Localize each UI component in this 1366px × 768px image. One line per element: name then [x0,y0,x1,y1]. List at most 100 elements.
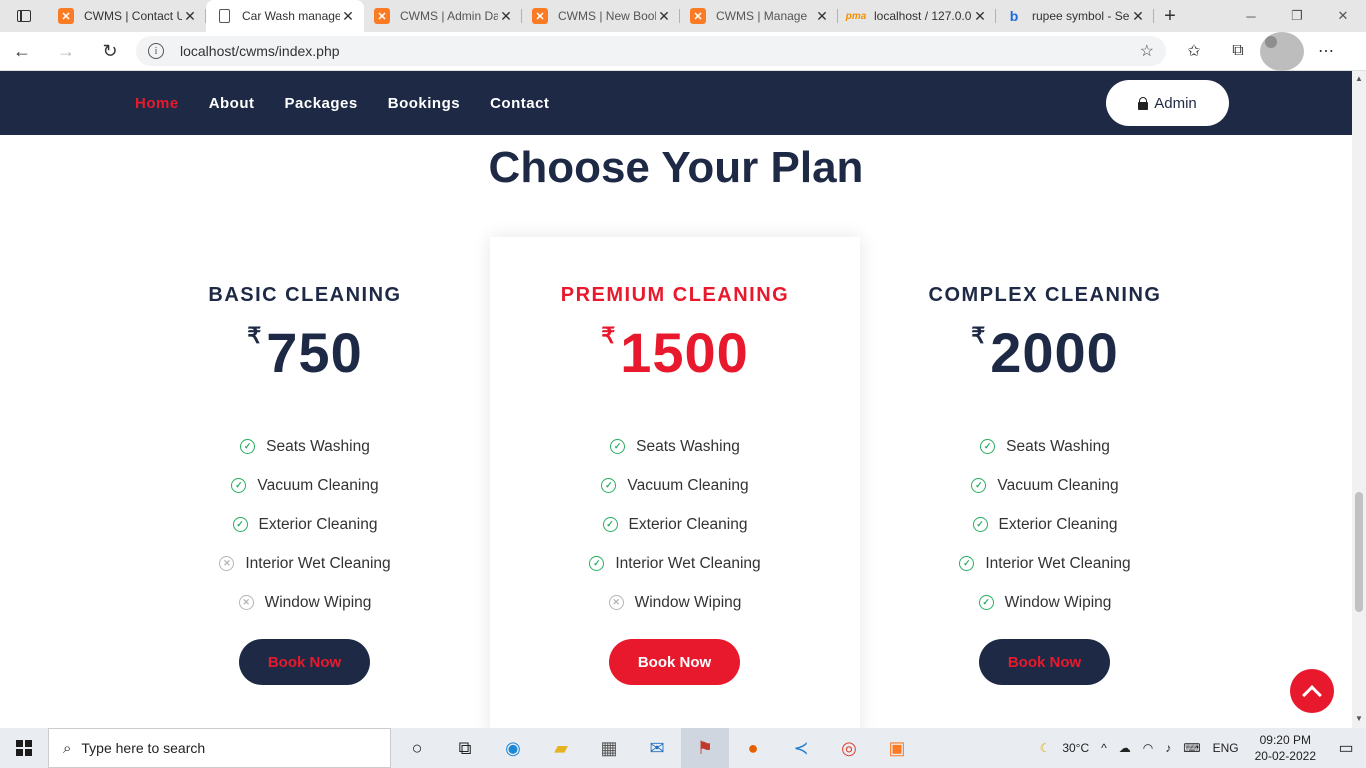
keyboard-icon[interactable]: ⌨ [1177,741,1206,755]
minimize-icon[interactable]: ─ [1228,0,1274,32]
weather-icon[interactable]: ☾ [1034,741,1057,755]
clock[interactable]: 09:20 PM 20-02-2022 [1245,732,1326,764]
browser-tab[interactable]: ✕ CWMS | Admin Dashboard ✕ [364,0,522,32]
cross-icon: ✕ [238,595,254,610]
book-now-button[interactable]: Book Now [979,639,1110,685]
check-icon: ✓ [240,439,256,454]
close-tab-icon[interactable]: ✕ [972,8,988,25]
xampp-icon[interactable]: ▣ [873,728,921,768]
profile-button[interactable] [1260,31,1304,71]
onedrive-icon[interactable]: ☁ [1113,741,1137,755]
nav-links: Home About Packages Bookings Contact [135,71,549,135]
notifications-icon[interactable]: ▭ [1326,738,1366,758]
feature-label: Seats Washing [1006,437,1110,455]
cross-icon: ✕ [608,595,624,610]
forward-arrow-icon[interactable]: → [44,32,88,71]
task-view-icon[interactable]: ⧉ [441,728,489,768]
tab-title: CWMS | Contact Us [84,9,182,23]
browser-tab[interactable]: pma localhost / 127.0.0.1 ✕ [838,0,996,32]
cortana-icon[interactable]: ○ [393,728,441,768]
chrome-icon[interactable]: ◎ [825,728,873,768]
section-title: Choose Your Plan [488,143,864,192]
back-to-top-button[interactable] [1290,669,1334,713]
feature-item: ✓ Exterior Cleaning [490,505,860,544]
show-hidden-icons[interactable]: ^ [1095,741,1113,755]
taskbar-search[interactable]: ⌕ Type here to search [48,728,391,768]
add-favorite-icon[interactable]: ☆ [1140,41,1154,61]
plan-price: ₹750 [120,325,490,381]
volume-icon[interactable]: ♪ [1159,741,1177,755]
feature-label: Window Wiping [634,593,742,611]
browser-tab-active[interactable]: Car Wash management ✕ [206,0,364,32]
browser-tab[interactable]: ✕ CWMS | Contact Us ✕ [48,0,206,32]
nav-link-home[interactable]: Home [135,95,179,112]
mail-icon[interactable]: ✉ [633,728,681,768]
plan-name: PREMIUM CLEANING [560,284,790,306]
search-icon: ⌕ [63,739,72,757]
refresh-icon[interactable]: ↻ [88,32,132,71]
scroll-down-icon[interactable]: ▼ [1355,714,1363,723]
browser-toolbar: ← → ↻ i localhost/cwms/index.php ☆ ✩ ⧉ ⋯ [0,31,1366,71]
close-tab-icon[interactable]: ✕ [182,8,198,25]
back-arrow-icon[interactable]: ← [0,32,44,71]
vscode-icon[interactable]: ≺ [777,728,825,768]
site-info-icon[interactable]: i [148,43,164,59]
close-tab-icon[interactable]: ✕ [340,8,356,25]
network-icon[interactable]: ◠ [1137,741,1159,755]
check-icon: ✓ [959,556,975,571]
chevron-up-icon [1302,684,1322,705]
close-window-icon[interactable]: ✕ [1320,0,1366,32]
collections-icon[interactable]: ⧉ [1216,32,1260,71]
weather-temp[interactable]: 30°C [1056,741,1095,755]
close-tab-icon[interactable]: ✕ [656,8,672,25]
browser-tab[interactable]: ✕ CWMS | New Booking ✕ [522,0,680,32]
feature-label: Vacuum Cleaning [627,476,749,494]
start-button[interactable] [0,728,48,768]
nav-link-contact[interactable]: Contact [490,95,549,112]
firefox-icon[interactable]: ● [729,728,777,768]
url-text: localhost/cwms/index.php [180,43,340,59]
language-indicator[interactable]: ENG [1207,741,1245,755]
store-icon[interactable]: ▦ [585,728,633,768]
close-tab-icon[interactable]: ✕ [1130,8,1146,25]
edge-icon[interactable]: ◉ [489,728,537,768]
close-tab-icon[interactable]: ✕ [814,8,830,25]
nav-link-about[interactable]: About [209,95,255,112]
currency-symbol: ₹ [601,323,617,348]
more-menu-icon[interactable]: ⋯ [1304,32,1348,71]
check-icon: ✓ [972,517,988,532]
plan-card-complex: COMPLEX CLEANING ₹2000 ✓ Seats Washing ✓ V… [860,237,1230,728]
check-icon: ✓ [978,595,994,610]
plan-price: ₹1500 [490,325,860,381]
tab-actions-button[interactable] [0,0,48,32]
feature-item: ✕ Window Wiping [120,583,490,622]
address-bar[interactable]: i localhost/cwms/index.php ☆ [136,36,1166,66]
close-tab-icon[interactable]: ✕ [498,8,514,25]
check-icon: ✓ [231,478,247,493]
page-scrollbar[interactable]: ▲ ▼ [1352,71,1366,728]
new-tab-button[interactable]: + [1154,0,1186,32]
feature-item: ✓ Seats Washing [860,427,1230,466]
tab-title: CWMS | New Booking [558,9,656,23]
admin-button[interactable]: Admin [1106,80,1229,126]
browser-tab[interactable]: ✕ CWMS | Manage ✕ [680,0,838,32]
restore-icon[interactable]: ❐ [1274,0,1320,32]
nav-link-packages[interactable]: Packages [285,95,358,112]
favorites-icon[interactable]: ✩ [1172,32,1216,71]
price-value: 2000 [990,321,1119,384]
feature-label: Vacuum Cleaning [257,476,379,494]
book-now-button[interactable]: Book Now [609,639,740,685]
nav-link-bookings[interactable]: Bookings [388,95,460,112]
feature-item: ✓ Vacuum Cleaning [860,466,1230,505]
scrollbar-thumb[interactable] [1355,492,1363,612]
browser-tab[interactable]: b rupee symbol - Search ✕ [996,0,1154,32]
tab-title: Car Wash management [242,9,340,23]
phpmyadmin-icon: pma [845,10,867,22]
check-icon: ✓ [971,478,987,493]
check-icon: ✓ [980,439,996,454]
book-now-button[interactable]: Book Now [239,639,370,685]
file-explorer-icon[interactable]: ▰ [537,728,585,768]
feature-item: ✓ Seats Washing [120,427,490,466]
scroll-up-icon[interactable]: ▲ [1355,74,1363,83]
app-icon-active[interactable]: ⚑ [681,728,729,768]
